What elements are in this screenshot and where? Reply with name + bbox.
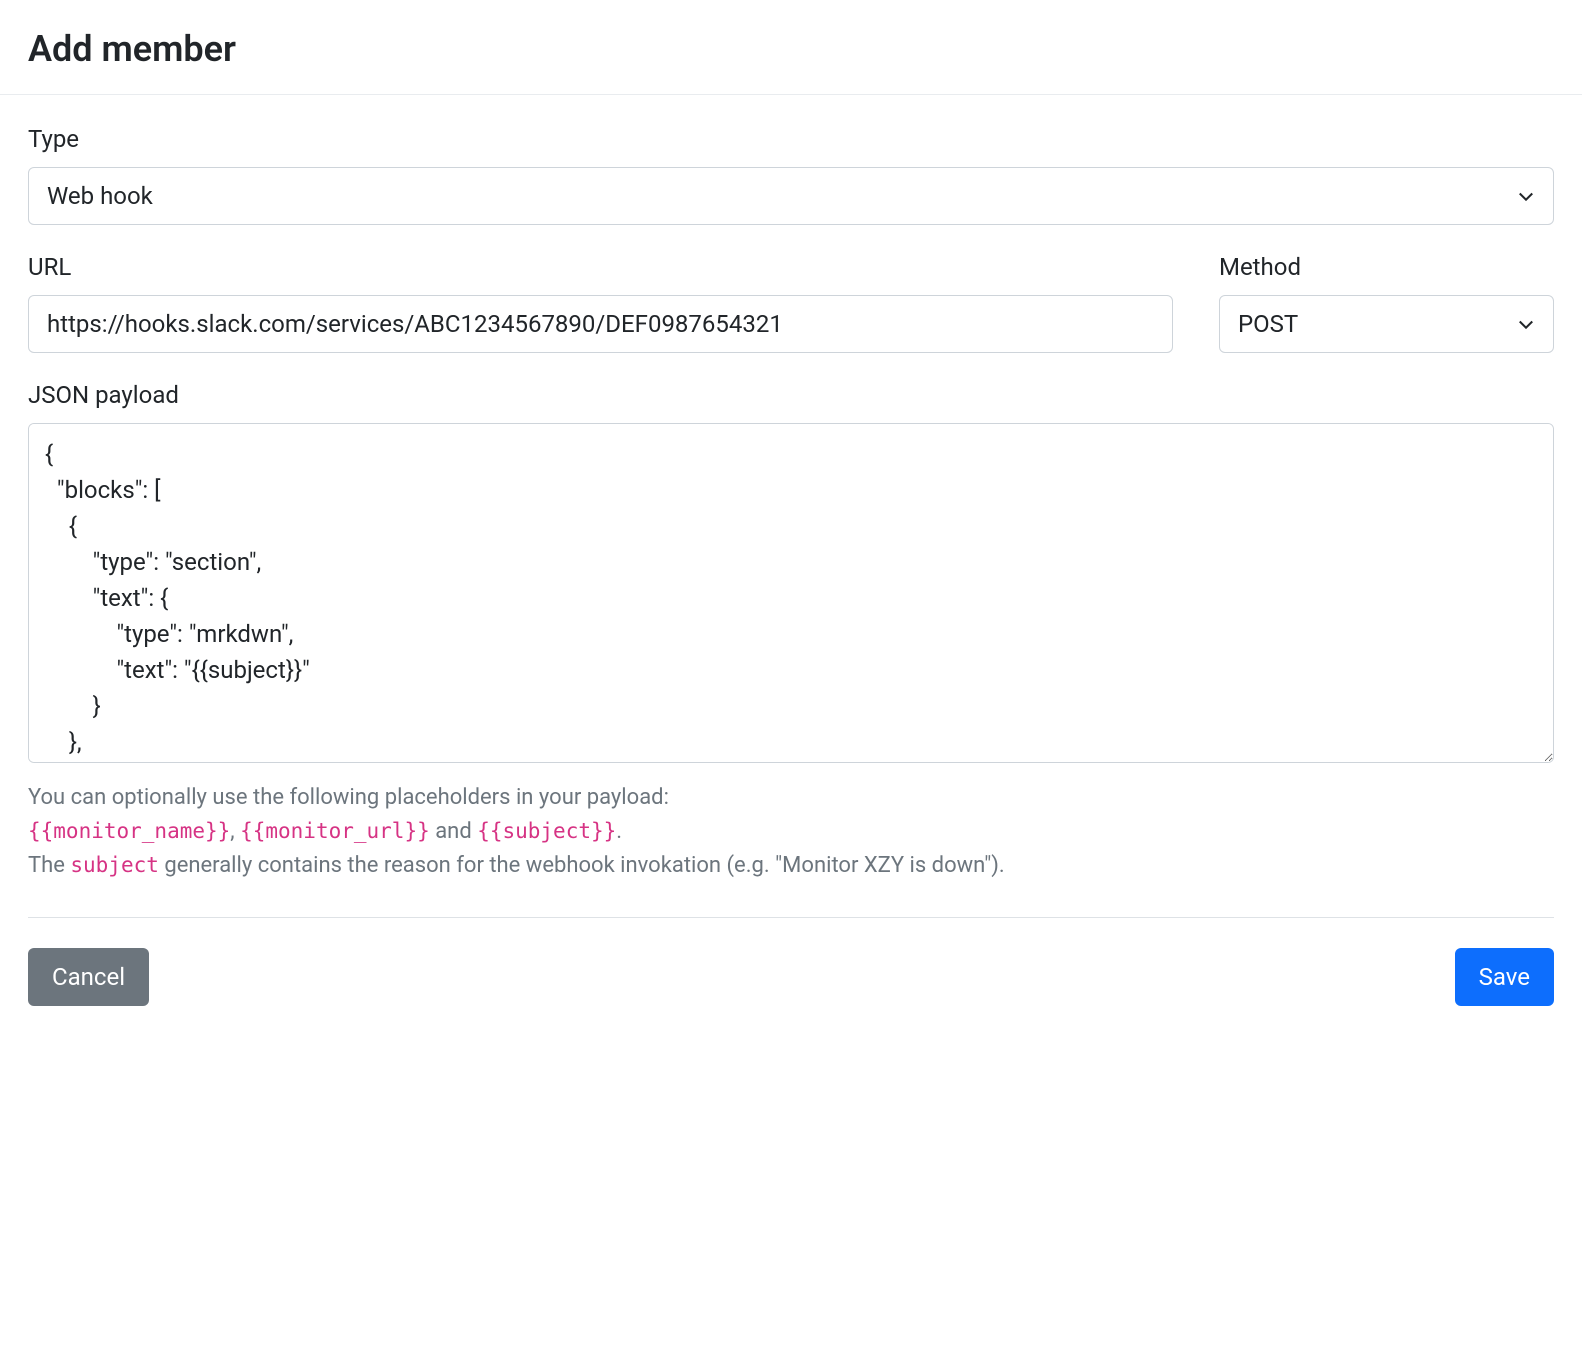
type-field-group: Type Web hook	[28, 125, 1554, 225]
page-title: Add member	[28, 28, 1554, 70]
modal-footer: Cancel Save	[28, 917, 1554, 1006]
payload-field-group: JSON payload { "blocks": [ { "type": "se…	[28, 381, 1554, 883]
placeholder-monitor-name: {{monitor_name}}	[28, 819, 230, 843]
type-label: Type	[28, 125, 1554, 153]
placeholder-monitor-url: {{monitor_url}}	[240, 819, 430, 843]
modal-header: Add member	[0, 0, 1582, 95]
payload-label: JSON payload	[28, 381, 1554, 409]
url-field-group: URL	[28, 253, 1173, 353]
subject-code: subject	[70, 853, 159, 877]
cancel-button[interactable]: Cancel	[28, 948, 149, 1006]
help-line1: You can optionally use the following pla…	[28, 785, 669, 810]
method-select[interactable]: POST	[1219, 295, 1554, 353]
payload-help-text: You can optionally use the following pla…	[28, 781, 1554, 883]
placeholder-subject: {{subject}}	[477, 819, 616, 843]
payload-textarea[interactable]: { "blocks": [ { "type": "section", "text…	[28, 423, 1554, 763]
type-select[interactable]: Web hook	[28, 167, 1554, 225]
save-button[interactable]: Save	[1455, 948, 1554, 1006]
method-label: Method	[1219, 253, 1554, 281]
url-label: URL	[28, 253, 1173, 281]
url-input[interactable]	[28, 295, 1173, 353]
method-field-group: Method POST	[1219, 253, 1554, 353]
